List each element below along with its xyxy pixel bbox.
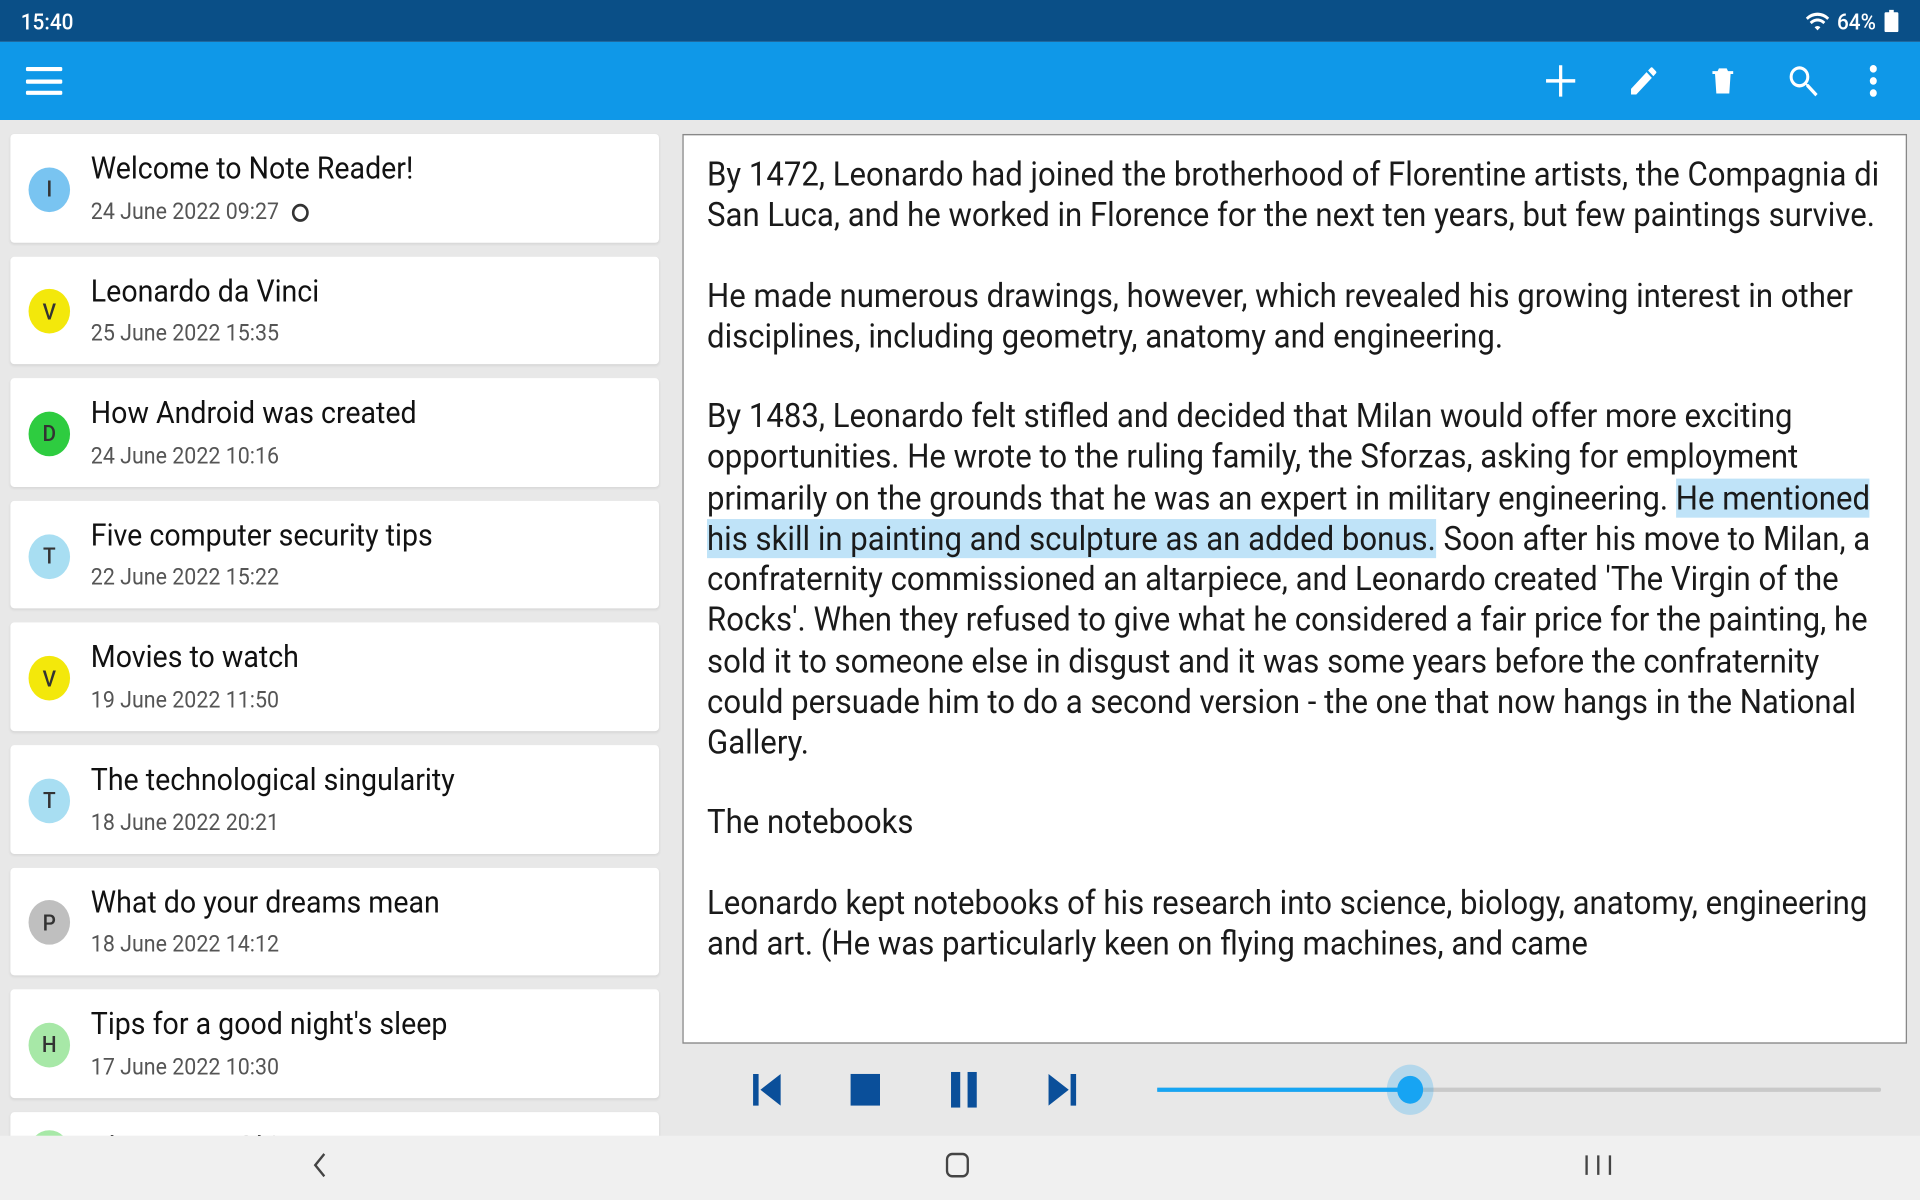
back-nav-button[interactable] <box>255 1143 382 1193</box>
audio-player <box>682 1044 1907 1136</box>
avatar: V <box>29 289 71 334</box>
note-title: The technological singularity <box>91 762 641 802</box>
list-item[interactable]: T Five computer security tips 22 June 2022… <box>10 501 659 609</box>
notes-list: I Welcome to Note Reader! 24 June 2022 09:… <box>0 120 669 1136</box>
progress-slider[interactable] <box>1157 1069 1881 1111</box>
note-date: 24 June 2022 09:27 <box>91 199 641 226</box>
list-item[interactable]: I Welcome to Note Reader! 24 June 2022 09:… <box>10 134 659 242</box>
menu-icon[interactable] <box>26 67 62 95</box>
navigation-bar <box>0 1136 1920 1200</box>
wifi-icon <box>1806 11 1829 31</box>
note-date: 25 June 2022 15:35 <box>91 321 641 348</box>
recents-nav-button[interactable] <box>1533 1144 1665 1191</box>
note-paragraph: By 1472, Leonardo had joined the brother… <box>707 155 1882 237</box>
note-date: 18 June 2022 14:12 <box>91 932 641 959</box>
avatar: T <box>29 778 71 823</box>
list-item[interactable]: HBlue zones Okinawan <box>10 1112 659 1136</box>
note-date: 18 June 2022 20:21 <box>91 810 641 837</box>
previous-button[interactable] <box>739 1066 788 1113</box>
avatar: I <box>29 167 71 212</box>
note-heading: The notebooks <box>707 803 1882 844</box>
note-paragraph: Leonardo kept notebooks of his research … <box>707 883 1882 965</box>
overflow-menu-icon[interactable] <box>1868 63 1878 99</box>
note-content[interactable]: By 1472, Leonardo had joined the brother… <box>682 134 1907 1044</box>
add-button[interactable] <box>1541 60 1580 102</box>
list-item[interactable]: T The technological singularity 18 June 20… <box>10 745 659 853</box>
note-date: 24 June 2022 10:16 <box>91 443 641 470</box>
list-item[interactable]: H Tips for a good night's sleep 17 June 20… <box>10 990 659 1098</box>
delete-button[interactable] <box>1707 63 1738 99</box>
avatar: V <box>29 656 71 701</box>
note-paragraph: By 1483, Leonardo felt stifled and decid… <box>707 396 1882 764</box>
avatar: D <box>29 412 71 457</box>
list-item[interactable]: V Movies to watch 19 June 2022 11:50 <box>10 623 659 731</box>
avatar: T <box>29 534 71 579</box>
note-title: What do your dreams mean <box>91 884 641 924</box>
edit-button[interactable] <box>1627 63 1661 99</box>
note-date: 17 June 2022 10:30 <box>91 1055 641 1082</box>
note-title: Welcome to Note Reader! <box>91 151 641 191</box>
battery-text: 64% <box>1837 8 1876 35</box>
note-date: 19 June 2022 11:50 <box>91 688 641 715</box>
pause-button[interactable] <box>942 1066 986 1113</box>
app-bar <box>0 42 1920 120</box>
search-button[interactable] <box>1785 61 1821 100</box>
note-title: Leonardo da Vinci <box>91 273 641 313</box>
list-item[interactable]: D How Android was created 24 June 2022 10:… <box>10 378 659 486</box>
home-nav-button[interactable] <box>893 1143 1023 1193</box>
status-time: 15:40 <box>21 8 74 35</box>
note-title: Movies to watch <box>91 640 641 680</box>
battery-icon <box>1884 10 1900 32</box>
note-paragraph: He made numerous drawings, however, whic… <box>707 276 1882 358</box>
list-item[interactable]: P What do your dreams mean 18 June 2022 14… <box>10 867 659 975</box>
list-item[interactable]: V Leonardo da Vinci 25 June 2022 15:35 <box>10 256 659 364</box>
stop-button[interactable] <box>843 1066 887 1113</box>
note-title: Tips for a good night's sleep <box>91 1006 641 1046</box>
avatar: P <box>29 901 71 946</box>
note-title: How Android was created <box>91 395 641 435</box>
ring-icon <box>292 203 309 221</box>
note-title: Five computer security tips <box>91 517 641 557</box>
next-button[interactable] <box>1040 1066 1089 1113</box>
note-date: 22 June 2022 15:22 <box>91 566 641 593</box>
status-bar: 15:40 64% <box>0 0 1920 42</box>
avatar: H <box>29 1023 71 1068</box>
